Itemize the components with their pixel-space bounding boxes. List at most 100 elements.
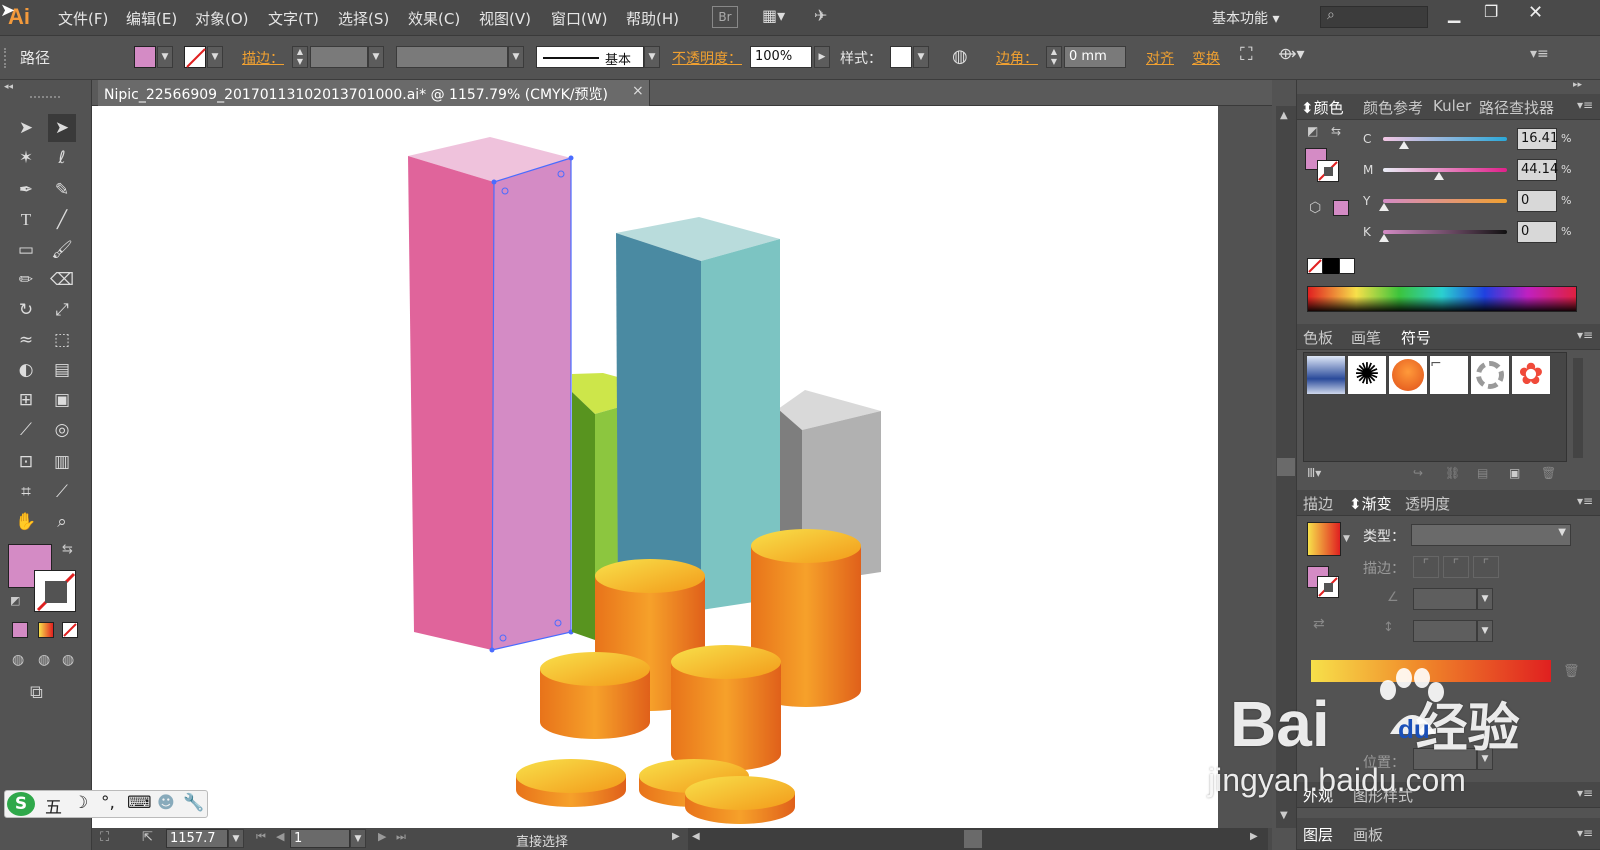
gradient-angle-field[interactable] [1413, 588, 1477, 610]
opacity-label[interactable]: 不透明度： [672, 48, 742, 68]
first-artboard-icon[interactable]: ⏮ [256, 830, 266, 844]
tab-color[interactable]: ⬍颜色 [1301, 97, 1344, 118]
gradient-aspect-field[interactable] [1413, 620, 1477, 642]
coin-face[interactable] [671, 645, 781, 679]
draw-normal-icon[interactable]: ◍ [12, 652, 24, 668]
free-transform-tool-icon[interactable]: ⬚ [48, 326, 76, 354]
width-tool-icon[interactable]: ≈ [12, 326, 40, 354]
pen-tool-icon[interactable]: ✒ [12, 176, 40, 204]
eraser-tool-icon[interactable]: ⌫ [48, 266, 76, 294]
ime-logo-icon[interactable]: S [7, 792, 35, 816]
opacity-field[interactable]: 100% [750, 46, 812, 68]
collapse-toolbox-icon[interactable]: ◂◂ [4, 82, 13, 92]
curvature-tool-icon[interactable]: ✎ [48, 176, 76, 204]
variable-width-profile[interactable] [396, 46, 508, 68]
opacity-slider-toggle[interactable]: ▶ [814, 46, 830, 68]
symbol-libraries-icon[interactable]: Ⅲ▾ [1307, 466, 1321, 480]
coin-face[interactable] [516, 759, 626, 793]
slider-thumb[interactable] [1433, 172, 1444, 180]
rectangle-tool-icon[interactable]: ▭ [12, 236, 40, 264]
scroll-up-icon[interactable]: ▲ [1280, 110, 1288, 121]
pencil-tool-icon[interactable]: ✏ [12, 266, 40, 294]
eyedropper-tool-icon[interactable]: ⟋ [12, 416, 40, 444]
corner-radius-field[interactable]: 0 mm [1064, 46, 1126, 68]
screen-mode-icon[interactable]: ⧉ [30, 682, 43, 703]
tab-transparency[interactable]: 透明度 [1405, 493, 1450, 514]
menu-window[interactable]: 窗口(W) [551, 8, 608, 29]
color-mode-button[interactable] [12, 622, 28, 638]
stroke-along-icon[interactable]: ⌜ [1443, 556, 1469, 578]
gradient-tool-icon[interactable]: ▣ [48, 386, 76, 414]
shape-builder-tool-icon[interactable]: ◐ [12, 356, 40, 384]
ime-user-icon[interactable]: ☻ [157, 793, 175, 813]
document-tab[interactable]: Nipic_22566909_20170113102013701000.ai* … [98, 80, 650, 106]
column-graph-tool-icon[interactable]: ▥ [48, 448, 76, 476]
profile-dropdown[interactable]: ▼ [508, 46, 524, 68]
ime-settings-icon[interactable]: 🔧 [183, 793, 204, 813]
tab-symbols[interactable]: 符号 [1401, 327, 1431, 348]
gradient-aspect-dropdown[interactable]: ▼ [1477, 620, 1493, 642]
artboard-number-field[interactable]: 1 [290, 829, 350, 848]
menu-file[interactable]: 文件(F) [58, 8, 108, 29]
slider-thumb[interactable] [1399, 141, 1410, 149]
help-search-input[interactable]: ⌕ [1320, 6, 1428, 28]
menu-effect[interactable]: 效果(C) [408, 8, 460, 29]
default-colors-icon[interactable]: ◩ [1307, 124, 1318, 138]
teal-bar-left[interactable] [616, 233, 701, 610]
graphic-style-swatch[interactable] [890, 46, 912, 68]
status-menu-icon[interactable]: ▶ [672, 831, 680, 842]
place-symbol-icon[interactable]: ↪ [1413, 466, 1423, 480]
channel-value-c[interactable]: 16.41 [1517, 128, 1558, 150]
collapse-dock-icon[interactable]: ▸▸ [1573, 80, 1582, 90]
slider-thumb[interactable] [1379, 234, 1389, 242]
new-symbol-icon[interactable]: ▣ [1509, 466, 1520, 480]
tab-artboards[interactable]: 画板 [1353, 824, 1383, 845]
artboard-dropdown[interactable]: ▼ [350, 829, 366, 848]
slice-tool-icon[interactable]: ⟋ [48, 478, 76, 506]
tab-swatches[interactable]: 色板 [1303, 327, 1333, 348]
selection-tool-icon[interactable]: ➤ [12, 114, 40, 142]
tab-stroke[interactable]: 描边 [1303, 493, 1333, 514]
black-color-button[interactable] [1323, 258, 1339, 274]
next-artboard-icon[interactable]: ▶ [378, 830, 386, 843]
symbol-flower[interactable]: ✿ [1511, 355, 1551, 395]
transform-options-icon[interactable]: ⟴▾ [1278, 44, 1305, 63]
lasso-tool-icon[interactable]: ℓ [48, 144, 76, 172]
brush-dropdown[interactable]: ▼ [644, 46, 660, 68]
symbol-ink-splat[interactable]: ✺ [1347, 355, 1387, 395]
draw-behind-icon[interactable]: ◍ [38, 652, 50, 668]
style-dropdown[interactable]: ▼ [913, 46, 929, 68]
break-link-icon[interactable]: ⛓ [1445, 466, 1460, 480]
white-color-button[interactable] [1339, 258, 1355, 274]
symbol-frame[interactable]: ⌐ [1429, 355, 1469, 395]
swap-fill-stroke-icon[interactable]: ⇆ [62, 542, 73, 557]
fill-dropdown[interactable]: ▼ [157, 46, 173, 68]
channel-value-m[interactable]: 44.14 [1517, 159, 1558, 181]
layers-panel-menu-icon[interactable]: ▾≡ [1577, 826, 1593, 840]
stroke-within-icon[interactable]: ⌜ [1413, 556, 1439, 578]
type-tool-icon[interactable]: T [12, 206, 40, 234]
panel-stroke-swatch[interactable] [1317, 160, 1339, 182]
restore-button[interactable]: ❐ [1484, 2, 1498, 21]
ime-input-mode[interactable]: 五 [45, 793, 62, 818]
symbols-scrollbar[interactable] [1573, 358, 1583, 458]
swap-colors-icon[interactable]: ⇆ [1331, 124, 1341, 138]
stroke-swatch[interactable] [184, 46, 206, 68]
tab-layers[interactable]: 图层 [1303, 824, 1333, 845]
menu-help[interactable]: 帮助(H) [626, 8, 679, 29]
tab-kuler[interactable]: Kuler [1433, 97, 1471, 115]
close-document-icon[interactable]: × [632, 83, 644, 99]
coin-face[interactable] [685, 776, 795, 810]
menu-select[interactable]: 选择(S) [338, 8, 389, 29]
stroke-weight-stepper[interactable]: ▲ ▼ [292, 46, 308, 68]
out-of-gamut-icon[interactable]: ⬡ [1309, 200, 1321, 216]
channel-slider-k[interactable] [1383, 230, 1507, 234]
menu-type[interactable]: 文字(T) [268, 8, 319, 29]
artwork-bar-chart-coins[interactable] [92, 106, 1218, 828]
color-spectrum-bar[interactable] [1307, 286, 1577, 312]
stroke-weight-dropdown[interactable]: ▼ [368, 46, 384, 68]
channel-slider-y[interactable] [1383, 199, 1507, 203]
menu-view[interactable]: 视图(V) [479, 8, 531, 29]
h-scroll-thumb[interactable] [964, 830, 982, 848]
channel-value-y[interactable]: 0 [1517, 190, 1557, 212]
